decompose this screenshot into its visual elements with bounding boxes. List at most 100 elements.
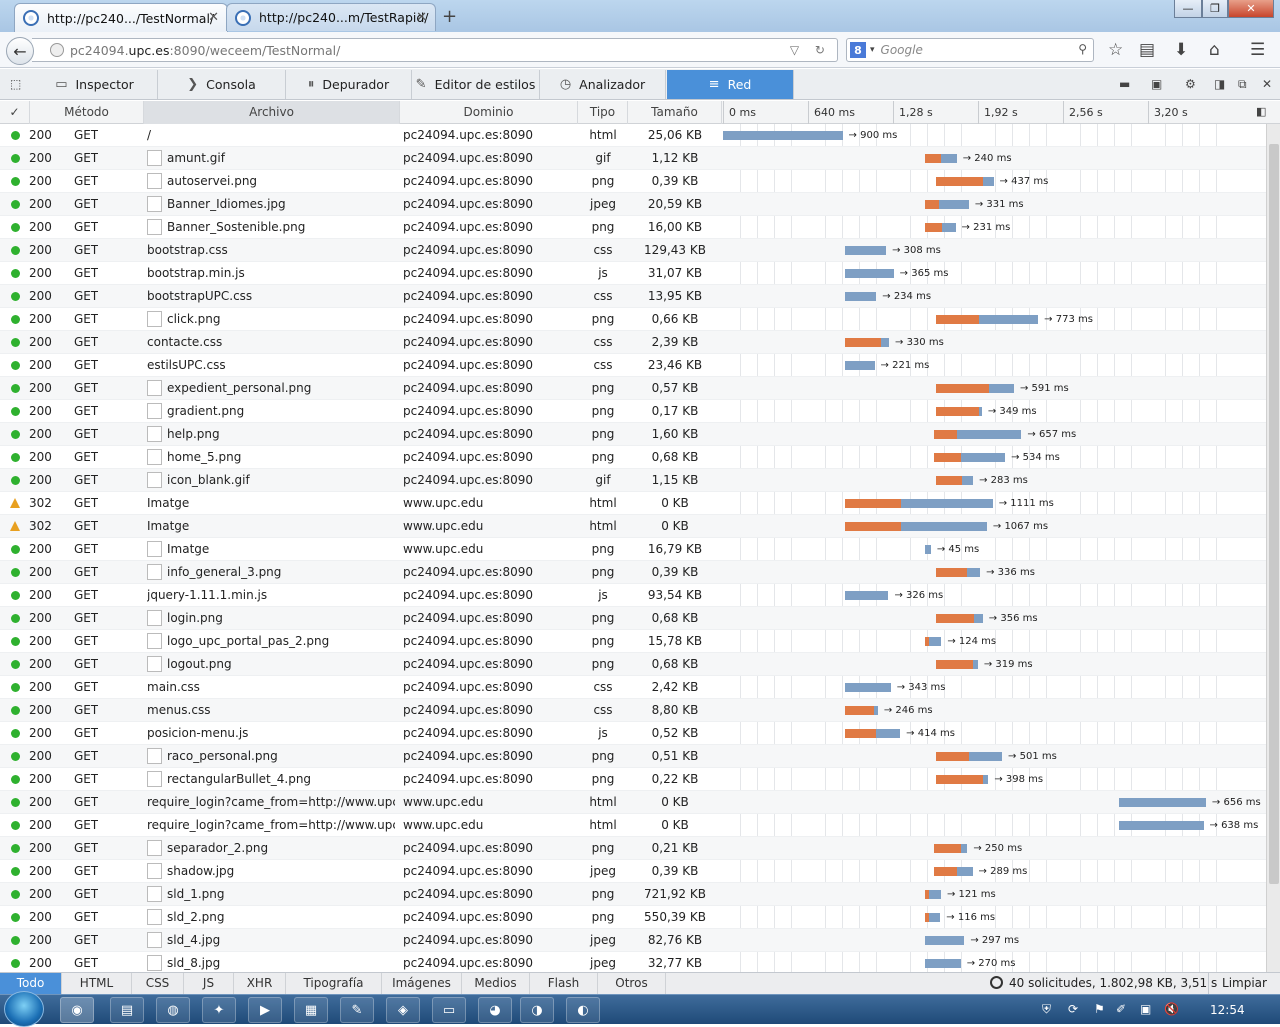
minimize-button[interactable]: — [1174, 0, 1202, 18]
scrollbar-thumb[interactable] [1269, 144, 1279, 884]
new-tab-button[interactable]: + [442, 6, 457, 27]
close-devtools-icon[interactable]: ✕ [1262, 77, 1272, 91]
waterfall-bar[interactable] [845, 338, 890, 347]
tab-profiler[interactable]: ◷ Analizador [540, 70, 666, 99]
waterfall-bar[interactable] [935, 614, 983, 623]
waterfall-bar[interactable] [935, 660, 978, 669]
close-tab-icon[interactable]: ✕ [208, 10, 219, 25]
search-bar[interactable]: 8 ▾ Google ⚲ [846, 38, 1094, 62]
back-button[interactable]: ← [6, 37, 34, 65]
table-row[interactable]: 200 GET sld_4.jpg pc24094.upc.es:8090 jpeg 82… [0, 929, 1266, 952]
waterfall-bar[interactable] [934, 844, 968, 853]
maximize-button[interactable]: ❐ [1202, 0, 1228, 18]
app-gg-taskbar-icon[interactable]: ▦ [294, 997, 328, 1023]
browser-tab-testnormal[interactable]: http://pc240.../TestNormal/ ✕ [14, 3, 228, 32]
table-row[interactable]: 200 GET icon_blank.gif pc24094.upc.es:8090 g… [0, 469, 1266, 492]
table-row[interactable]: 200 GET raco_personal.png pc24094.upc.es:80… [0, 745, 1266, 768]
search-icon[interactable]: ⚲ [1078, 42, 1087, 56]
tab-style-editor[interactable]: ✎ Editor de estilos [412, 70, 540, 99]
browser-tab-testrapid[interactable]: http://pc240...m/TestRapid/ ✕ [226, 3, 436, 31]
gear-icon[interactable]: ⚙ [1185, 77, 1196, 91]
table-row[interactable]: 200 GET home_5.png pc24094.upc.es:8090 png 0,… [0, 446, 1266, 469]
network-app-taskbar-icon[interactable]: ◈ [386, 997, 420, 1023]
table-row[interactable]: 200 GET logo_upc_portal_pas_2.png pc24094.u… [0, 630, 1266, 653]
responsive-mode-icon[interactable]: ▣ [1151, 77, 1162, 91]
waterfall-bar[interactable] [935, 384, 1014, 393]
waterfall-bar[interactable] [935, 407, 982, 416]
waterfall-bar[interactable] [924, 200, 969, 209]
app-orange-taskbar-icon[interactable]: ◕ [478, 997, 512, 1023]
waterfall-bar[interactable] [845, 499, 993, 508]
address-bar[interactable]: pc24094. upc.es:8090/weceem/TestNormal/ ▽… [32, 38, 838, 62]
filter-js[interactable]: JS [184, 973, 234, 994]
table-row[interactable]: 200 GET sld_8.jpg pc24094.upc.es:8090 jpeg 32… [0, 952, 1266, 974]
filter-tipografa[interactable]: Tipografía [286, 973, 382, 994]
waterfall-bar[interactable] [935, 315, 1039, 324]
reload-icon[interactable]: ▽ ↻ [790, 43, 831, 57]
tab-console[interactable]: ❯ Consola [158, 70, 286, 99]
tab-debugger[interactable]: ⏸ Depurador [286, 70, 412, 99]
filter-flash[interactable]: Flash [530, 973, 598, 994]
waterfall-bar[interactable] [1118, 798, 1206, 807]
table-row[interactable]: 200 GET login.png pc24094.upc.es:8090 png 0,6… [0, 607, 1266, 630]
table-row[interactable]: 200 GET posicion-menu.js pc24094.upc.es:809… [0, 722, 1266, 745]
app-taskbar-icon[interactable]: ✦ [202, 997, 236, 1023]
vertical-scrollbar[interactable] [1266, 124, 1280, 974]
column-method[interactable]: Método [30, 101, 144, 124]
tab-inspector[interactable]: ▭ Inspector [32, 70, 158, 99]
filter-xhr[interactable]: XHR [234, 973, 286, 994]
table-row[interactable]: 200 GET require_login?came_from=http://www… [0, 791, 1266, 814]
waterfall-bar[interactable] [924, 936, 965, 945]
waterfall-bar[interactable] [934, 430, 1022, 439]
waterfall-bar[interactable] [845, 269, 894, 278]
filter-imgenes[interactable]: Imágenes [382, 973, 462, 994]
start-button[interactable] [4, 991, 44, 1027]
column-file[interactable]: Archivo [144, 101, 400, 124]
media-taskbar-icon[interactable]: ◍ [156, 997, 190, 1023]
waterfall-bar[interactable] [845, 522, 987, 531]
table-row[interactable]: 200 GET autoservei.png pc24094.upc.es:8090 p… [0, 170, 1266, 193]
clear-button[interactable]: Limpiar [1208, 973, 1280, 994]
column-domain[interactable]: Dominio [400, 101, 578, 124]
flag-tray-icon[interactable]: ⚑ [1094, 1002, 1105, 1016]
pen-tray-icon[interactable]: ✐ [1116, 1002, 1126, 1016]
waterfall-bar[interactable] [924, 890, 941, 899]
filter-otros[interactable]: Otros [598, 973, 666, 994]
dock-side-icon[interactable]: ◨ [1214, 77, 1225, 91]
table-row[interactable]: 200 GET sld_1.png pc24094.upc.es:8090 png 721… [0, 883, 1266, 906]
tab-network[interactable]: ≡ Red [667, 70, 794, 99]
table-row[interactable]: 200 GET logout.png pc24094.upc.es:8090 png 0,… [0, 653, 1266, 676]
close-window-button[interactable]: ✕ [1228, 0, 1274, 18]
waterfall-bar[interactable] [935, 568, 981, 577]
downloads-icon[interactable]: ⬇ [1174, 40, 1188, 60]
split-console-icon[interactable]: ▬ [1119, 77, 1130, 91]
column-status[interactable]: ✓ [0, 101, 30, 124]
table-row[interactable]: 200 GET estilsUPC.css pc24094.upc.es:8090 cs… [0, 354, 1266, 377]
site-identity-icon[interactable] [50, 43, 64, 57]
waterfall-bar[interactable] [845, 361, 875, 370]
table-row[interactable]: 200 GET Imatge www.upc.edu png 16,79 KB → 45 m… [0, 538, 1266, 561]
table-row[interactable]: 200 GET / pc24094.upc.es:8090 html 25,06 KB → … [0, 124, 1266, 147]
table-row[interactable]: 302 GET Imatge www.upc.edu html 0 KB → 1111 ms [0, 492, 1266, 515]
column-type[interactable]: Tipo [578, 101, 628, 124]
table-row[interactable]: 200 GET contacte.css pc24094.upc.es:8090 css… [0, 331, 1266, 354]
waterfall-bar[interactable] [924, 637, 942, 646]
request-list[interactable]: 200 GET / pc24094.upc.es:8090 html 25,06 KB → … [0, 124, 1266, 974]
waterfall-bar[interactable] [845, 246, 887, 255]
table-row[interactable]: 200 GET help.png pc24094.upc.es:8090 png 1,60… [0, 423, 1266, 446]
waterfall-bar[interactable] [924, 913, 941, 922]
table-row[interactable]: 200 GET bootstrap.min.js pc24094.upc.es:809… [0, 262, 1266, 285]
chevron-down-icon[interactable]: ▾ [870, 45, 875, 55]
waterfall-bar[interactable] [935, 752, 1003, 761]
bookmark-star-icon[interactable]: ☆ [1108, 40, 1123, 60]
app-blue-taskbar-icon[interactable]: ◐ [566, 997, 600, 1023]
notepad-taskbar-icon[interactable]: ✎ [340, 997, 374, 1023]
filter-medios[interactable]: Medios [462, 973, 530, 994]
pick-element-icon[interactable]: ⬚ [10, 77, 21, 91]
waterfall-bar[interactable] [924, 223, 956, 232]
table-row[interactable]: 200 GET jquery-1.11.1.min.js pc24094.upc.es… [0, 584, 1266, 607]
table-row[interactable]: 200 GET rectangularBullet_4.png pc24094.upc… [0, 768, 1266, 791]
table-row[interactable]: 200 GET separador_2.png pc24094.upc.es:8090… [0, 837, 1266, 860]
home-icon[interactable]: ⌂ [1209, 40, 1220, 60]
table-row[interactable]: 200 GET main.css pc24094.upc.es:8090 css 2,42… [0, 676, 1266, 699]
